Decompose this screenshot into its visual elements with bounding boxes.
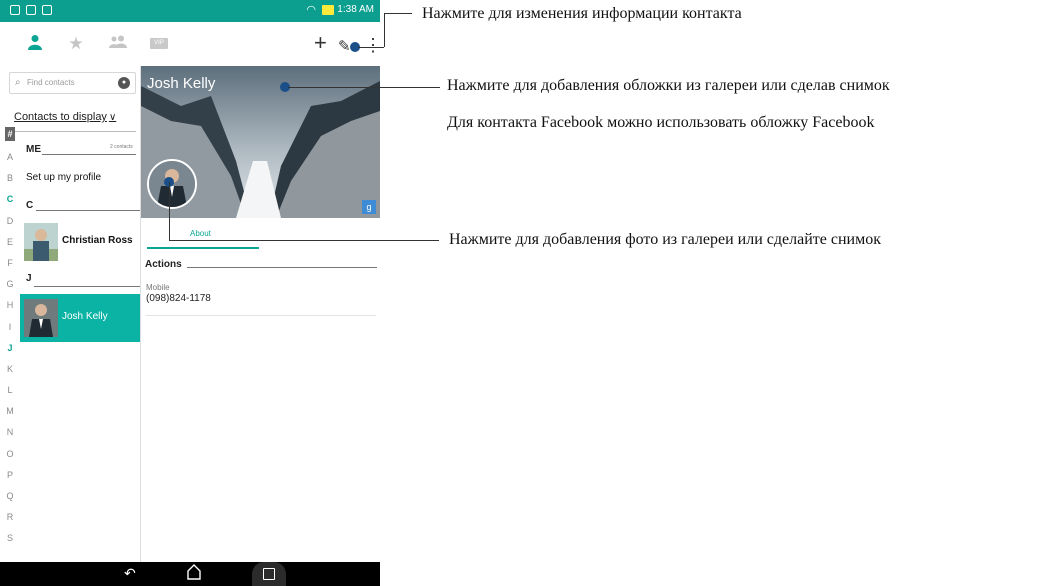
index-letter[interactable]: K (0, 359, 20, 380)
status-time: 1:38 AM (337, 4, 374, 15)
contact-name: Josh Kelly (62, 311, 108, 322)
mic-icon[interactable]: ● (118, 77, 130, 89)
callout-line (358, 47, 384, 48)
set-up-profile-link[interactable]: Set up my profile (26, 172, 101, 183)
edit-icon[interactable]: ✎ (338, 36, 351, 58)
divider (9, 131, 136, 132)
status-bar: ◠ 1:38 AM (0, 0, 380, 22)
index-letter[interactable]: P (0, 465, 20, 486)
index-letter[interactable]: O (0, 444, 20, 465)
contact-name-title: Josh Kelly (147, 75, 216, 92)
actions-header: Actions (145, 259, 182, 270)
phone-number[interactable]: (098)824-1178 (146, 293, 211, 304)
index-letter[interactable]: R (0, 507, 20, 528)
index-letter[interactable]: F (0, 253, 20, 274)
index-letter[interactable]: G (0, 274, 20, 295)
list-item-josh-kelly[interactable]: Josh Kelly (20, 294, 140, 342)
tab-indicator (147, 247, 259, 249)
section-header-j: J (26, 273, 32, 284)
contacts-to-display-label: Contacts to display (14, 111, 107, 123)
index-letter[interactable]: H (0, 295, 20, 316)
callout-line (384, 13, 385, 47)
section-divider (36, 210, 140, 211)
section-divider (34, 286, 140, 287)
vip-tab-icon[interactable]: VIP (150, 38, 168, 49)
search-placeholder: Find contacts (27, 78, 75, 87)
add-contact-button[interactable]: + (314, 32, 327, 54)
callout-line (384, 13, 412, 14)
index-letter[interactable]: A (0, 147, 20, 168)
star-icon[interactable]: ★ (61, 34, 91, 54)
contacts-to-display-dropdown[interactable]: Contacts to display ∨ (14, 111, 116, 123)
index-letter[interactable]: E (0, 232, 20, 253)
contact-name: Christian Ross (62, 235, 133, 246)
notification-icons (10, 5, 52, 15)
callout-line (169, 240, 439, 241)
contact-count: 2 contacts (110, 144, 133, 150)
index-letter[interactable]: M (0, 401, 20, 422)
action-bar: ★ VIP + ✎ ⋮ (0, 22, 380, 66)
list-item-christian-ross[interactable]: Christian Ross (20, 218, 140, 266)
index-letter[interactable]: S (0, 528, 20, 549)
callout-line (169, 182, 170, 241)
index-letter[interactable]: N (0, 422, 20, 443)
tab-about[interactable]: About (190, 229, 211, 238)
search-input[interactable]: ⌕ Find contacts ● (9, 72, 136, 94)
index-letter[interactable]: C (0, 189, 20, 210)
section-header-c: C (26, 200, 34, 211)
contact-detail-pane: Josh Kelly g About Actions Mobile (098)8… (141, 66, 380, 562)
index-letter[interactable]: Q (0, 486, 20, 507)
index-letter[interactable]: I (0, 317, 20, 338)
navigation-bar: ↶ (0, 562, 380, 586)
google-plus-icon: g (362, 200, 376, 214)
divider (146, 315, 376, 316)
avatar (24, 223, 58, 261)
person-icon[interactable] (20, 34, 50, 54)
recent-apps-icon[interactable] (252, 562, 286, 586)
phone-type-label: Mobile (146, 283, 170, 292)
group-icon[interactable] (103, 34, 133, 54)
callout-line (288, 87, 440, 88)
index-letter[interactable]: # (5, 127, 15, 141)
section-header-me: ME (26, 144, 41, 155)
section-divider (187, 267, 377, 268)
more-options-icon[interactable]: ⋮ (364, 34, 380, 56)
chevron-down-icon: ∨ (108, 112, 117, 123)
section-divider (42, 154, 136, 155)
index-letter[interactable]: D (0, 211, 20, 232)
annotation-photo: Нажмите для добавления фото из галереи и… (449, 231, 881, 248)
home-icon[interactable] (187, 564, 201, 583)
annotation-facebook-cover: Для контакта Facebook можно использовать… (447, 114, 875, 131)
contact-list-pane: ⌕ Find contacts ● Contacts to display ∨ M… (0, 66, 141, 562)
annotation-cover: Нажмите для добавления обложки из галере… (447, 77, 890, 94)
avatar (24, 299, 58, 337)
annotation-edit: Нажмите для изменения информации контакт… (422, 5, 742, 22)
index-letter[interactable]: L (0, 380, 20, 401)
back-icon[interactable]: ↶ (124, 565, 136, 582)
alphabet-index[interactable]: # A B C D E F G H I J K L M N O P Q R S (0, 127, 20, 550)
battery-icon (322, 5, 334, 15)
search-icon: ⌕ (15, 77, 21, 88)
index-letter[interactable]: B (0, 168, 20, 189)
wifi-icon: ◠ (306, 4, 316, 16)
index-letter[interactable]: J (0, 338, 20, 359)
